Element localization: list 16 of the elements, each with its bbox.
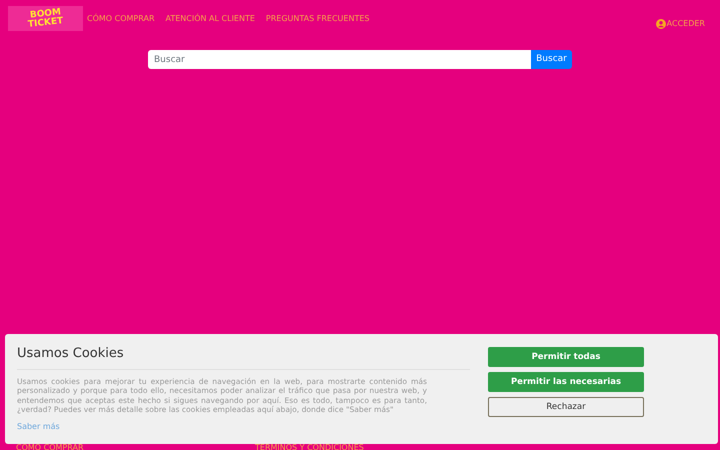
logo-text: TICKET (27, 16, 64, 30)
search-field[interactable]: Buscar (148, 50, 531, 69)
nav-link[interactable]: PREGUNTAS FRECUENTES (266, 13, 370, 25)
logo[interactable]: BOOM TICKET (8, 6, 83, 31)
learn-more-link[interactable]: Saber más (17, 420, 60, 433)
search-button[interactable]: Buscar (531, 50, 572, 69)
nav-link[interactable]: ATENCIÓN AL CLIENTE (166, 13, 255, 25)
footer-link[interactable]: CÓMO COMPRAR (16, 444, 255, 450)
reject-button[interactable]: Rechazar (488, 397, 644, 417)
footer-link[interactable]: TÉRMINOS Y CONDICIONES (255, 444, 364, 450)
accept-button[interactable]: Permitir las necesarias (488, 372, 644, 392)
login-link[interactable]: ACCEDER (666, 18, 705, 30)
user-icon (656, 19, 666, 29)
accept-button[interactable]: Permitir todas (488, 347, 644, 367)
nav-link[interactable]: CÓMO COMPRAR (87, 13, 154, 25)
banner-title: Usamos Cookies (17, 347, 125, 360)
